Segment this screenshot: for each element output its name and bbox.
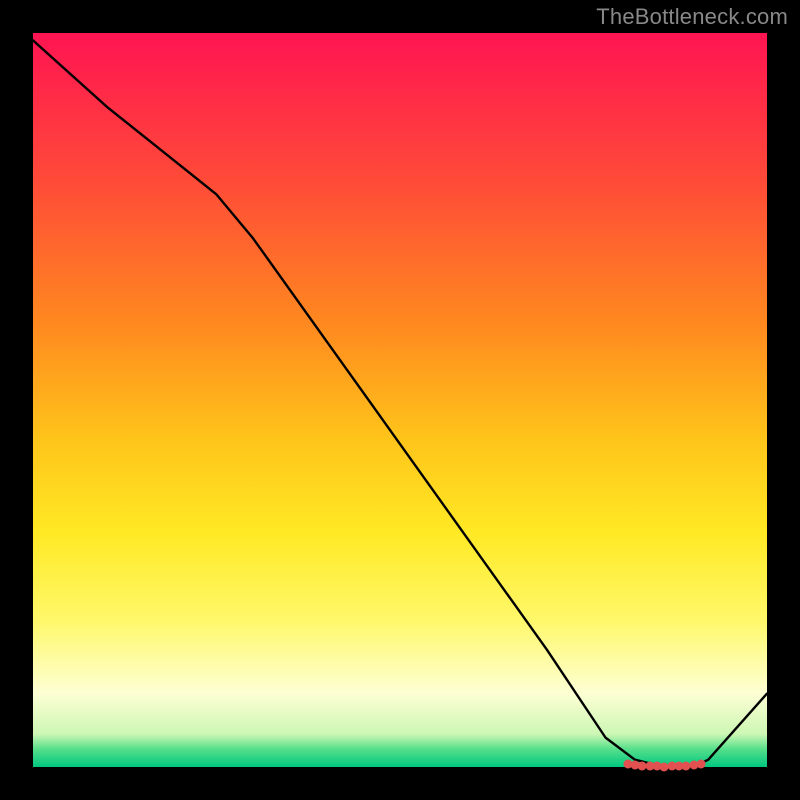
chart-plot-area [33,33,767,767]
chart-marker [696,760,705,769]
chart-gradient-background [33,33,767,767]
chart-svg [33,33,767,767]
watermark-label: TheBottleneck.com [596,4,788,30]
